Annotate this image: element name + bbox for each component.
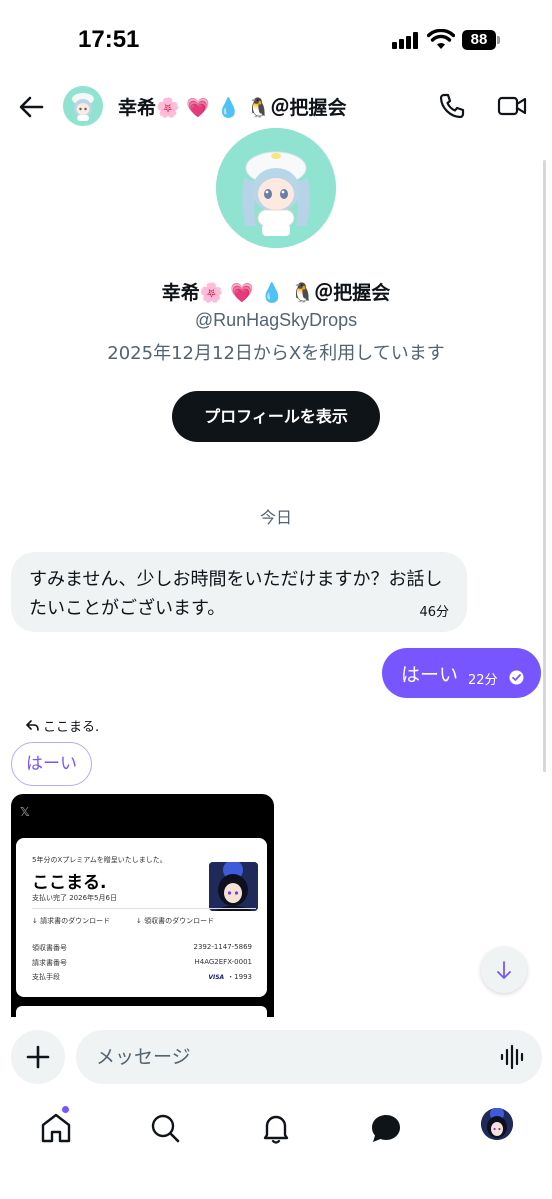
receipt-avatar-art xyxy=(209,862,258,911)
image-attachment[interactable]: 𝕏 5年分のXプレミアムを贈呈いたしました。 ここまる. 支払い完了 2026年… xyxy=(11,794,274,1017)
voice-message-icon[interactable] xyxy=(500,1045,526,1069)
status-time: 17:51 xyxy=(78,26,140,53)
scrollbar[interactable] xyxy=(543,160,546,772)
receipt-card: 5年分のXプレミアムを贈呈いたしました。 ここまる. 支払い完了 2026年5月… xyxy=(16,838,267,997)
reply-context: ここまる. xyxy=(26,716,99,735)
notification-dot xyxy=(62,1106,69,1113)
cellular-signal-icon xyxy=(392,32,420,49)
conversation-header: 幸希🌸 💗 💧 🐧＠把握会 xyxy=(0,80,552,134)
bottom-navigation xyxy=(0,1098,552,1199)
message-time: 22分 xyxy=(468,673,498,688)
incoming-message-bubble[interactable]: すみません、少しお時間をいただけますか？お話したいことがございます。 46分 xyxy=(11,552,467,632)
phone-icon[interactable] xyxy=(438,92,466,120)
profile-handle: @RunHagSkyDrops xyxy=(194,310,358,330)
date-divider: 今日 xyxy=(259,508,292,527)
outgoing-message-bubble[interactable]: はーい 22分 xyxy=(382,648,541,698)
add-media-button[interactable] xyxy=(11,1030,65,1084)
profile-avatar-illustration xyxy=(216,128,336,248)
messages-icon[interactable] xyxy=(366,1108,406,1148)
message-time: 46分 xyxy=(419,605,449,620)
message-text: はーい xyxy=(401,664,459,686)
header-avatar[interactable] xyxy=(63,86,103,126)
profile-avatar[interactable] xyxy=(216,128,336,248)
status-bar: 17:51 88 xyxy=(0,0,552,80)
battery-level: 88 xyxy=(462,30,496,50)
arrow-down-icon xyxy=(497,961,511,979)
receipt-subtitle: 5年分のXプレミアムを贈呈いたしました。 xyxy=(32,856,167,864)
wifi-icon xyxy=(427,29,455,49)
search-icon[interactable] xyxy=(145,1108,185,1148)
invoice-download-link: ↓ 請求書のダウンロード xyxy=(32,917,111,925)
next-attachment-peek xyxy=(16,1006,267,1017)
header-title[interactable]: 幸希🌸 💗 💧 🐧＠把握会 xyxy=(118,93,346,120)
message-text: すみません、少しお時間をいただけますか？お話したいことがございます。 xyxy=(29,569,443,619)
plus-icon xyxy=(26,1045,50,1069)
scroll-to-bottom-button[interactable] xyxy=(481,947,527,993)
x-logo-icon: 𝕏 xyxy=(20,805,30,819)
reply-arrow-icon xyxy=(26,720,39,731)
view-profile-button[interactable]: プロフィールを表示 xyxy=(172,391,380,442)
profile-name: 幸希🌸 💗 💧 🐧＠把握会 xyxy=(161,282,391,304)
read-check-icon xyxy=(509,670,524,685)
video-camera-icon[interactable] xyxy=(497,92,527,120)
avatar-illustration xyxy=(63,86,103,126)
reply-label-text: ここまる. xyxy=(43,720,100,735)
receipt-title: ここまる. xyxy=(32,873,107,893)
message-input-container xyxy=(76,1030,542,1084)
home-icon[interactable] xyxy=(36,1108,76,1148)
receipt-meta: 支払い完了 2026年5月6日 xyxy=(32,894,117,902)
quoted-message[interactable]: はーい xyxy=(11,742,92,786)
message-composer xyxy=(0,1018,552,1098)
bell-icon[interactable] xyxy=(256,1108,296,1148)
message-input[interactable] xyxy=(96,1030,496,1084)
back-button[interactable] xyxy=(16,92,46,122)
profile-avatar[interactable] xyxy=(481,1108,513,1140)
battery-icon: 88 xyxy=(462,30,500,50)
visa-logo: VISA xyxy=(208,974,225,981)
receipt-download-link: ↓ 領収書のダウンロード xyxy=(136,917,215,925)
profile-joined-date: 2025年12月12日からXを利用しています xyxy=(107,343,445,364)
